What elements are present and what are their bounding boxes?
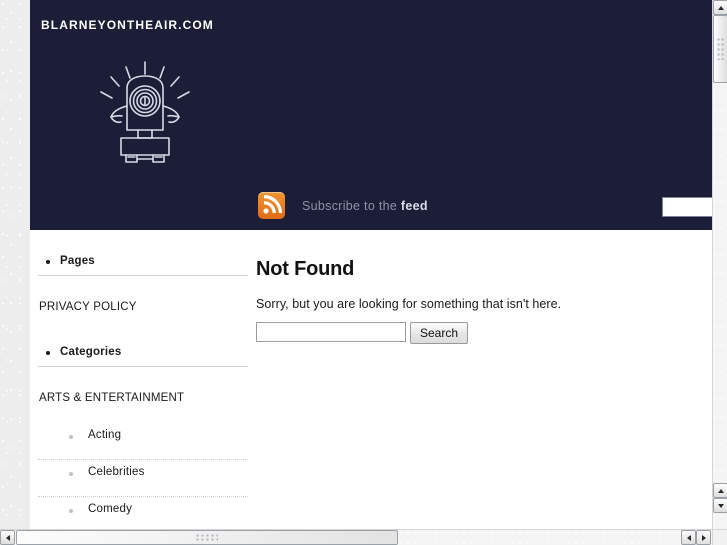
scroll-down-button-2[interactable] <box>713 498 727 513</box>
scroll-left-button-2[interactable] <box>681 530 696 545</box>
bullet-icon <box>69 509 73 513</box>
feed-text-strong: feed <box>400 198 428 213</box>
vertical-scrollbar[interactable] <box>712 0 727 529</box>
widget-title-categories: Categories <box>38 346 248 367</box>
page-title: Not Found <box>256 258 355 280</box>
search-button[interactable]: Search <box>410 322 469 344</box>
site-container: BLARNEYONTHEAIR.COM Subscribe to the fee… <box>30 0 727 545</box>
bullet-icon <box>46 351 50 355</box>
content-area: Pages PRIVACY POLICY Categories ARTS & E… <box>30 230 727 545</box>
scroll-up-button[interactable] <box>713 0 727 15</box>
widget-pages: Pages PRIVACY POLICY <box>38 255 248 313</box>
rss-icon[interactable] <box>258 192 285 219</box>
vertical-scrollbar-thumb[interactable] <box>713 15 727 83</box>
feed-text-plain: Subscribe to the <box>302 198 401 213</box>
cyclops-robot-sketch-icon <box>100 61 190 163</box>
scroll-left-button[interactable] <box>0 530 15 545</box>
bullet-icon <box>69 472 73 476</box>
widget-title-categories-label: Categories <box>60 346 122 358</box>
horizontal-scrollbar-thumb[interactable] <box>16 530 398 545</box>
sidebar: Pages PRIVACY POLICY Categories ARTS & E… <box>38 230 248 545</box>
main-column: Not Found Sorry, but you are looking for… <box>256 230 696 344</box>
browser-viewport: BLARNEYONTHEAIR.COM Subscribe to the fee… <box>0 0 727 545</box>
chevron-left-icon <box>686 534 691 541</box>
sidebar-link-arts-entertainment[interactable]: ARTS & ENTERTAINMENT <box>38 392 248 404</box>
category-list: Acting Celebrities Comedy Humor <box>38 423 248 545</box>
widget-title-pages: Pages <box>38 255 248 276</box>
list-item: Acting <box>38 423 248 460</box>
chevron-right-icon <box>701 534 706 541</box>
sidebar-link-privacy-policy[interactable]: PRIVACY POLICY <box>38 301 248 313</box>
horizontal-scrollbar[interactable] <box>0 529 727 545</box>
category-link-acting[interactable]: Acting <box>88 429 121 441</box>
widget-categories: Categories ARTS & ENTERTAINMENT Acting C… <box>38 346 248 545</box>
chevron-up-icon <box>717 5 724 10</box>
chevron-left-icon <box>5 534 10 541</box>
widget-title-pages-label: Pages <box>60 255 95 267</box>
scroll-down-button[interactable] <box>713 483 727 498</box>
resize-corner[interactable] <box>712 529 727 545</box>
subscribe-feed-label: Subscribe to the feed <box>302 199 428 213</box>
site-title: BLARNEYONTHEAIR.COM <box>41 18 214 32</box>
chevron-up-icon <box>717 488 724 493</box>
grip-icon <box>717 38 724 60</box>
list-item: Celebrities <box>38 460 248 497</box>
chevron-down-icon <box>717 503 724 508</box>
scroll-right-button[interactable] <box>696 530 711 545</box>
category-link-celebrities[interactable]: Celebrities <box>88 466 145 478</box>
bullet-icon <box>46 260 50 264</box>
grip-icon <box>196 534 218 541</box>
search-input[interactable] <box>256 322 406 342</box>
search-form: Search <box>256 322 696 344</box>
not-found-message: Sorry, but you are looking for something… <box>256 297 562 311</box>
site-header: BLARNEYONTHEAIR.COM Subscribe to the fee… <box>30 0 727 230</box>
bullet-icon <box>69 435 73 439</box>
subscribe-feed-row[interactable]: Subscribe to the feed <box>258 192 428 219</box>
category-link-comedy[interactable]: Comedy <box>88 503 132 515</box>
